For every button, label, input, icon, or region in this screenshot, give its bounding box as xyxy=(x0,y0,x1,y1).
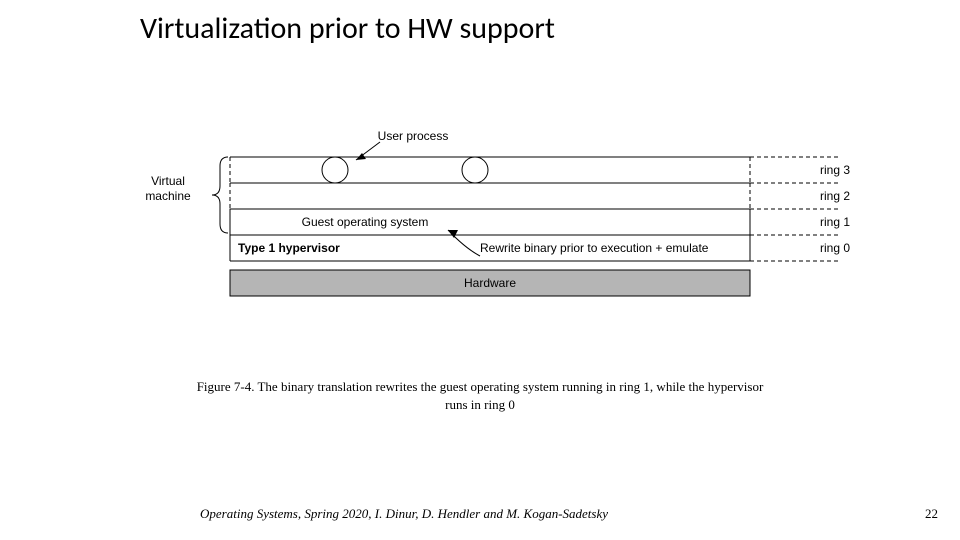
label-virtual-machine-l1: Virtual xyxy=(151,174,185,188)
footer-text: Operating Systems, Spring 2020, I. Dinur… xyxy=(200,506,608,522)
brace-virtual-machine xyxy=(212,157,228,233)
label-user-process: User process xyxy=(378,129,449,143)
user-process-circle-2 xyxy=(462,157,488,183)
label-type1-hypervisor: Type 1 hypervisor xyxy=(238,241,340,255)
label-virtual-machine-l2: machine xyxy=(145,189,191,203)
label-hardware: Hardware xyxy=(464,276,516,290)
label-ring1: ring 1 xyxy=(820,215,850,229)
label-ring2: ring 2 xyxy=(820,189,850,203)
figure-caption: Figure 7-4. The binary translation rewri… xyxy=(195,378,765,413)
label-ring3: ring 3 xyxy=(820,163,850,177)
label-rewrite: Rewrite binary prior to execution + emul… xyxy=(480,241,709,255)
virtualization-diagram: Virtual machine User process ring 3 ring… xyxy=(120,130,860,330)
page-number: 22 xyxy=(925,506,938,522)
label-guest-os: Guest operating system xyxy=(302,215,429,229)
page-title: Virtualization prior to HW support xyxy=(140,10,555,47)
label-ring0: ring 0 xyxy=(820,241,850,255)
user-process-circle-1 xyxy=(322,157,348,183)
